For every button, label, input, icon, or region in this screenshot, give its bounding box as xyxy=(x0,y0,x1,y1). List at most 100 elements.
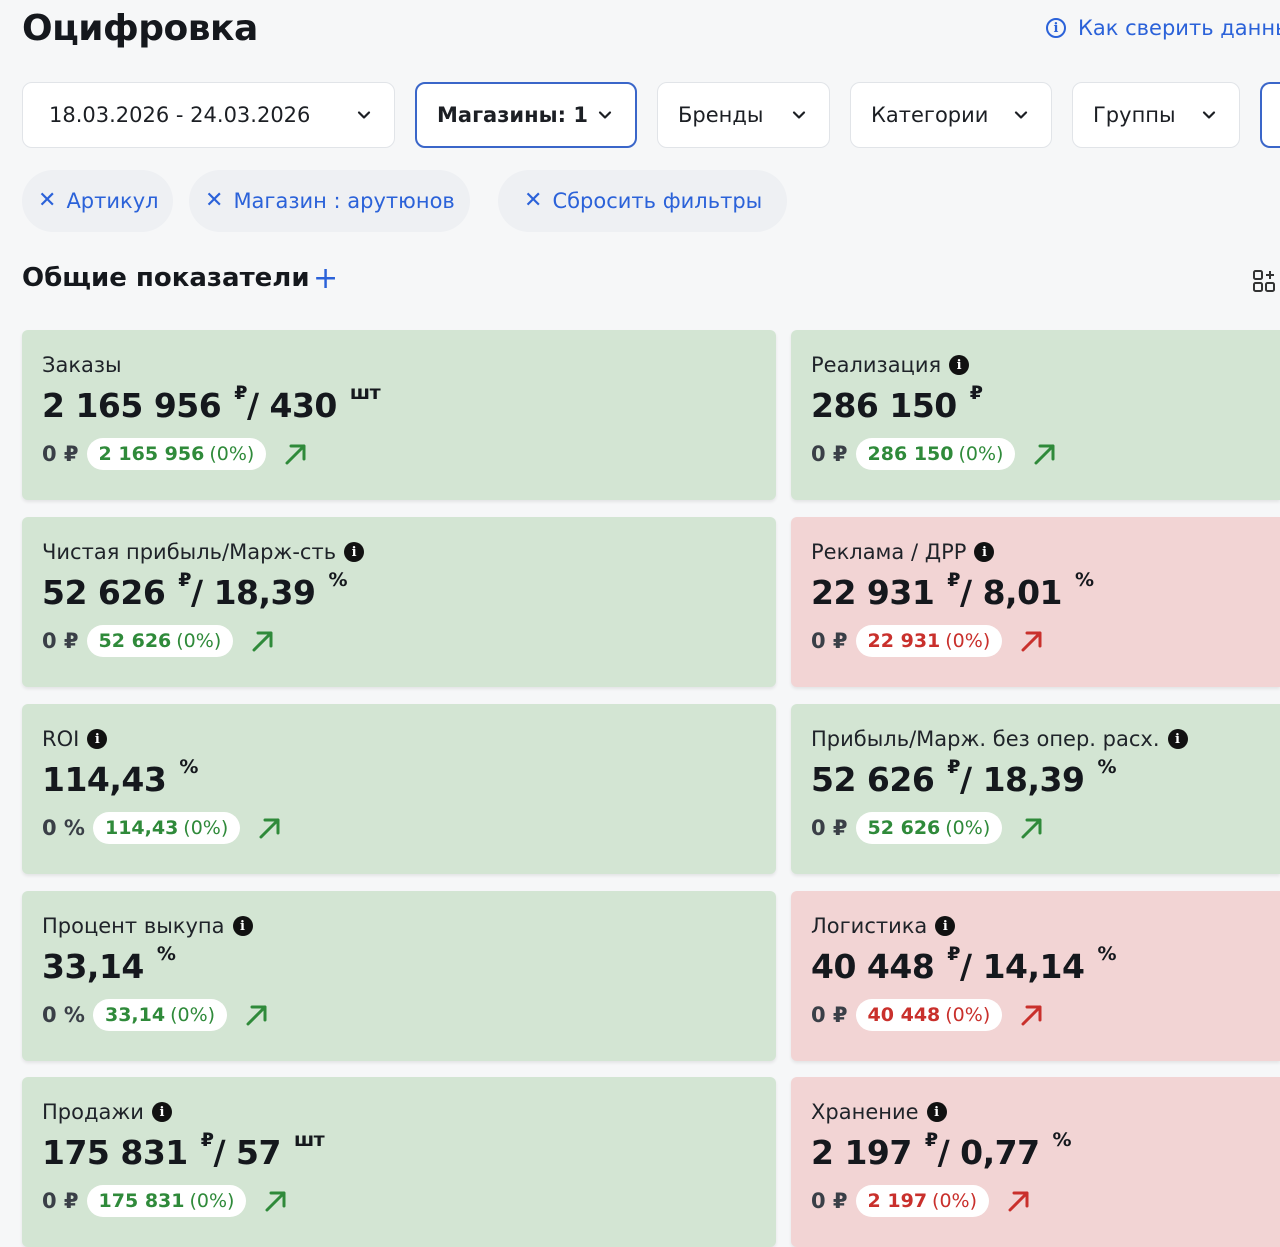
card-title: Хранение xyxy=(811,1100,919,1124)
card-value: 286 150 ₽ xyxy=(811,382,983,425)
card-value: 52 626 ₽/ 18,39 % xyxy=(42,569,348,612)
add-icon[interactable]: + xyxy=(313,264,338,294)
trend-up-icon xyxy=(252,631,273,652)
info-icon[interactable]: i xyxy=(87,729,108,749)
stores-dropdown[interactable]: Магазины: 1 xyxy=(415,82,637,148)
close-icon: ✕ xyxy=(524,188,543,213)
trend-up-icon xyxy=(246,1005,267,1026)
brands-label: Бренды xyxy=(678,103,764,127)
card-profit-no-opex: Прибыль/Марж. без опер. расх. i 52 626 ₽/… xyxy=(791,704,1280,874)
trend-up-icon xyxy=(1008,1191,1029,1212)
card-ads-drr: Реклама / ДРР i 22 931 ₽/ 8,01 % 0 ₽ 22 9… xyxy=(791,517,1280,687)
previous-value: 0 ₽ xyxy=(811,1189,848,1213)
trend-up-icon xyxy=(1021,818,1042,839)
filter-bar: 18.03.2026 - 24.03.2026 Магазины: 1 Брен… xyxy=(0,82,1280,148)
card-realization: Реализация i 286 150 ₽ 0 ₽ 286 150 (0%) xyxy=(791,330,1280,500)
chevron-down-icon xyxy=(792,111,806,119)
change-badge: 40 448 (0%) xyxy=(855,999,1003,1031)
date-range-dropdown[interactable]: 18.03.2026 - 24.03.2026 xyxy=(22,82,395,148)
info-icon[interactable]: i xyxy=(974,542,995,562)
previous-value: 0 ₽ xyxy=(42,629,79,653)
card-title: Реклама / ДРР xyxy=(811,540,967,564)
reset-filters-label: Сбросить фильтры xyxy=(552,189,763,213)
card-sales: Продажи i 175 831 ₽/ 57 шт 0 ₽ 175 831 (0%… xyxy=(22,1077,776,1247)
groups-dropdown[interactable]: Группы xyxy=(1072,82,1240,148)
chevron-down-icon xyxy=(1202,111,1216,119)
previous-value: 0 ₽ xyxy=(42,442,79,466)
groups-label: Группы xyxy=(1093,103,1176,127)
previous-value: 0 ₽ xyxy=(811,816,848,840)
card-title: Чистая прибыль/Марж-сть xyxy=(42,540,337,564)
card-storage: Хранение i 2 197 ₽/ 0,77 % 0 ₽ 2 197 (0%) xyxy=(791,1077,1280,1247)
info-icon[interactable]: i xyxy=(232,916,253,936)
close-icon[interactable]: ✕ xyxy=(205,190,223,212)
help-link-label: Как сверить данные xyxy=(1078,16,1280,40)
chip-store-label: Магазин : арутюнов xyxy=(233,189,455,213)
card-title: Продажи xyxy=(42,1100,144,1124)
info-icon[interactable]: i xyxy=(344,542,365,562)
card-value: 40 448 ₽/ 14,14 % xyxy=(811,943,1117,986)
trend-up-icon xyxy=(1034,444,1055,465)
chevron-down-icon xyxy=(357,111,371,119)
card-value: 52 626 ₽/ 18,39 % xyxy=(811,756,1117,799)
info-icon: i xyxy=(1046,18,1066,38)
previous-value: 0 ₽ xyxy=(811,442,848,466)
change-badge: 175 831 (0%) xyxy=(86,1185,247,1217)
categories-dropdown[interactable]: Категории xyxy=(850,82,1052,148)
card-orders: Заказы 2 165 956 ₽/ 430 шт 0 ₽ 2 165 956… xyxy=(22,330,776,500)
extra-filter-button[interactable] xyxy=(1260,82,1280,148)
card-value: 114,43 % xyxy=(42,756,198,799)
previous-value: 0 % xyxy=(42,816,85,840)
info-icon[interactable]: i xyxy=(949,355,970,375)
change-badge: 52 626 (0%) xyxy=(855,812,1003,844)
card-title: Процент выкупа xyxy=(42,914,225,938)
trend-up-icon xyxy=(1021,1005,1042,1026)
page-title: Оцифровка xyxy=(22,8,258,49)
card-title: Заказы xyxy=(42,353,122,377)
card-title: Логистика xyxy=(811,914,928,938)
reset-filters-button[interactable]: ✕ Сбросить фильтры xyxy=(498,170,787,232)
add-widget-icon[interactable] xyxy=(1252,269,1276,293)
previous-value: 0 ₽ xyxy=(811,629,848,653)
close-icon[interactable]: ✕ xyxy=(38,190,56,212)
change-badge: 52 626 (0%) xyxy=(86,625,234,657)
help-link[interactable]: i Как сверить данные xyxy=(1046,16,1280,40)
chip-article[interactable]: ✕ Артикул xyxy=(22,170,173,232)
change-badge: 2 165 956 (0%) xyxy=(86,438,267,470)
chip-store[interactable]: ✕ Магазин : арутюнов xyxy=(189,170,470,232)
card-net-profit: Чистая прибыль/Марж-сть i 52 626 ₽/ 18,39… xyxy=(22,517,776,687)
previous-value: 0 % xyxy=(42,1003,85,1027)
previous-value: 0 ₽ xyxy=(811,1003,848,1027)
change-badge: 114,43 (0%) xyxy=(92,812,241,844)
brands-dropdown[interactable]: Бренды xyxy=(657,82,830,148)
card-title: ROI xyxy=(42,727,80,751)
card-title: Реализация xyxy=(811,353,942,377)
card-value: 2 197 ₽/ 0,77 % xyxy=(811,1129,1072,1172)
chevron-down-icon xyxy=(598,111,612,119)
stores-label: Магазины: 1 xyxy=(437,103,588,127)
card-logistics: Логистика i 40 448 ₽/ 14,14 % 0 ₽ 40 448(… xyxy=(791,891,1280,1061)
chevron-down-icon xyxy=(1014,111,1028,119)
info-icon[interactable]: i xyxy=(926,1102,947,1122)
change-badge: 286 150 (0%) xyxy=(855,438,1016,470)
card-roi: ROI i 114,43 % 0 % 114,43 (0%) xyxy=(22,704,776,874)
change-badge: 22 931 (0%) xyxy=(855,625,1003,657)
card-value: 175 831 ₽/ 57 шт xyxy=(42,1129,325,1172)
categories-label: Категории xyxy=(871,103,989,127)
section-title: Общие показатели xyxy=(22,263,310,293)
change-badge: 33,14 (0%) xyxy=(92,999,228,1031)
trend-up-icon xyxy=(1021,631,1042,652)
info-icon[interactable]: i xyxy=(935,916,956,936)
chip-article-label: Артикул xyxy=(66,189,159,213)
change-badge: 2 197 (0%) xyxy=(855,1185,990,1217)
trend-up-icon xyxy=(285,444,306,465)
card-title: Прибыль/Марж. без опер. расх. xyxy=(811,727,1160,751)
card-value: 22 931 ₽/ 8,01 % xyxy=(811,569,1094,612)
trend-up-icon xyxy=(259,818,280,839)
active-filter-chips: ✕ Артикул ✕ Магазин : арутюнов ✕ Сбросит… xyxy=(0,170,1280,232)
date-range-label: 18.03.2026 - 24.03.2026 xyxy=(49,103,311,127)
info-icon[interactable]: i xyxy=(151,1102,172,1122)
card-value: 33,14 % xyxy=(42,943,176,986)
trend-up-icon xyxy=(265,1191,286,1212)
info-icon[interactable]: i xyxy=(1167,729,1188,749)
